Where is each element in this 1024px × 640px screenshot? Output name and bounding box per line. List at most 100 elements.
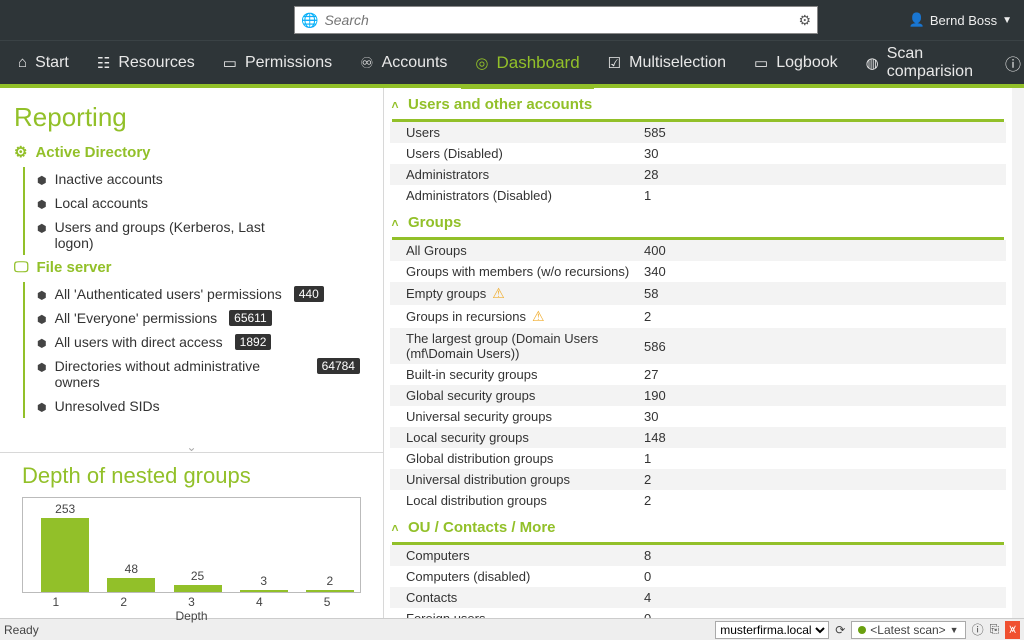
dash-row[interactable]: Global distribution groups1: [390, 448, 1006, 469]
refresh-icon[interactable]: ⟳: [835, 623, 845, 637]
chart-bar: [174, 585, 222, 592]
dash-row[interactable]: Local security groups148: [390, 427, 1006, 448]
user-menu[interactable]: 👤 Bernd Boss ▼: [909, 12, 1012, 28]
report-item[interactable]: ⬢Local accounts: [37, 191, 369, 215]
count-badge: 440: [294, 286, 324, 302]
nav-dashboard[interactable]: ◎Dashboard: [461, 41, 593, 85]
reporting-title: Reporting: [14, 102, 369, 133]
dash-row[interactable]: Administrators28: [390, 164, 1006, 185]
warning-icon: ⚠: [532, 308, 545, 325]
report-item[interactable]: ⬢All 'Everyone' permissions65611: [37, 306, 369, 330]
nav-info[interactable]: ⓘ: [987, 51, 1024, 75]
nav-logbook[interactable]: ▭Logbook: [740, 41, 852, 85]
count-badge: 1892: [235, 334, 272, 350]
scrollbar[interactable]: [1014, 90, 1022, 118]
depth-chart: 253482532: [22, 497, 361, 593]
chart-x-tick: 2: [120, 595, 127, 609]
nav-scan comparision[interactable]: ◍Scan comparision: [852, 41, 987, 85]
search-input[interactable]: [322, 11, 798, 29]
bullet-icon: ⬢: [37, 198, 47, 211]
chart-x-tick: 3: [188, 595, 195, 609]
dash-row[interactable]: Global security groups190: [390, 385, 1006, 406]
chart-bar: [107, 578, 155, 592]
info-icon[interactable]: ⓘ: [972, 621, 984, 638]
nav-resources[interactable]: ☷Resources: [83, 41, 209, 85]
bullet-icon: ⬢: [37, 289, 47, 302]
dash-row[interactable]: Groups with members (w/o recursions)340: [390, 261, 1006, 282]
report-item[interactable]: ⬢All 'Authenticated users' permissions44…: [37, 282, 369, 306]
dash-row[interactable]: Built-in security groups27: [390, 364, 1006, 385]
chevron-down-icon: ▼: [1002, 15, 1012, 26]
nav-multiselection[interactable]: ☑Multiselection: [594, 41, 740, 85]
report-item[interactable]: ⬢All users with direct access1892: [37, 330, 369, 354]
nav-icon: ▭: [223, 54, 237, 72]
bullet-icon: ⬢: [37, 337, 47, 350]
globe-icon: 🌐: [301, 12, 318, 29]
dash-section-ou-contacts-more[interactable]: ˄OU / Contacts / More: [384, 511, 1012, 542]
chevron-up-icon: ˄: [388, 98, 402, 112]
chevron-up-icon: ˄: [388, 521, 402, 535]
nav-icon: ⌂: [18, 54, 27, 71]
warning-icon: ⚠: [492, 285, 505, 302]
dash-section-users-and-other-accounts[interactable]: ˄Users and other accounts: [384, 88, 1012, 119]
nav-permissions[interactable]: ▭Permissions: [209, 41, 346, 85]
nav-icon: ◍: [866, 54, 879, 72]
dash-row[interactable]: Foreign users0: [390, 608, 1006, 618]
chart-bar-label: 48: [125, 562, 138, 576]
dash-row[interactable]: The largest group (Domain Users (mf\Doma…: [390, 328, 1006, 364]
section-active-directory[interactable]: ⚙Active Directory: [14, 143, 369, 161]
chart-x-tick: 4: [256, 595, 263, 609]
chart-bar-label: 2: [326, 574, 333, 588]
nav-accounts[interactable]: ♾Accounts: [346, 41, 461, 85]
gear-icon[interactable]: ⚙: [798, 12, 811, 29]
report-item[interactable]: ⬢Inactive accounts: [37, 167, 369, 191]
dash-row[interactable]: Local distribution groups2: [390, 490, 1006, 511]
bullet-icon: ⬢: [37, 222, 47, 235]
dash-row[interactable]: All Groups400: [390, 240, 1006, 261]
scan-select[interactable]: <Latest scan> ▼: [851, 621, 965, 639]
nav-icon: ☷: [97, 54, 110, 72]
dash-row[interactable]: Empty groups ⚠58: [390, 282, 1006, 305]
chart-bar: [41, 518, 89, 592]
bullet-icon: ⬢: [37, 174, 47, 187]
export-icon[interactable]: ⎘: [990, 622, 1000, 637]
user-icon: 👤: [909, 12, 925, 28]
report-item[interactable]: ⬢Unresolved SIDs: [37, 394, 369, 418]
dash-row[interactable]: Users585: [390, 122, 1006, 143]
dash-row[interactable]: Administrators (Disabled)1: [390, 185, 1006, 206]
chevron-up-icon: ˄: [388, 216, 402, 230]
dash-row[interactable]: Users (Disabled)30: [390, 143, 1006, 164]
activity-icon[interactable]: ⩙: [1005, 621, 1020, 639]
nav-icon: ☑: [608, 54, 621, 72]
chevron-down-icon: ▼: [950, 625, 959, 635]
chart-x-tick: 1: [53, 595, 60, 609]
nav-start[interactable]: ⌂Start: [4, 41, 83, 85]
nav-icon: ◎: [475, 54, 488, 72]
bullet-icon: ⬢: [37, 313, 47, 326]
report-item[interactable]: ⬢Users and groups (Kerberos, Last logon): [37, 215, 369, 255]
dash-row[interactable]: Groups in recursions ⚠2: [390, 305, 1006, 328]
dash-row[interactable]: Universal security groups30: [390, 406, 1006, 427]
dash-section-groups[interactable]: ˄Groups: [384, 206, 1012, 237]
bullet-icon: ⬢: [37, 361, 47, 374]
chart-bar-label: 253: [55, 502, 75, 516]
report-item[interactable]: ⬢Directories without administrative owne…: [37, 354, 369, 394]
chart-bar: [306, 590, 354, 592]
nav-icon: ▭: [754, 54, 768, 72]
chart-bar-label: 3: [260, 574, 267, 588]
dash-row[interactable]: Computers8: [390, 545, 1006, 566]
depth-title: Depth of nested groups: [22, 463, 361, 489]
dash-row[interactable]: Contacts4: [390, 587, 1006, 608]
domain-select[interactable]: musterfirma.local: [715, 621, 829, 639]
section-file-server[interactable]: 🖵File server: [14, 259, 369, 276]
count-badge: 64784: [317, 358, 360, 374]
section-icon: 🖵: [14, 259, 28, 276]
section-icon: ⚙: [14, 143, 27, 161]
search-box[interactable]: 🌐 ⚙: [294, 6, 818, 34]
collapse-handle[interactable]: ⌄: [0, 440, 383, 452]
depth-xaxis: Depth: [22, 609, 361, 623]
chart-bar-label: 25: [191, 569, 204, 583]
status-ready: Ready: [4, 623, 39, 637]
dash-row[interactable]: Universal distribution groups2: [390, 469, 1006, 490]
dash-row[interactable]: Computers (disabled)0: [390, 566, 1006, 587]
